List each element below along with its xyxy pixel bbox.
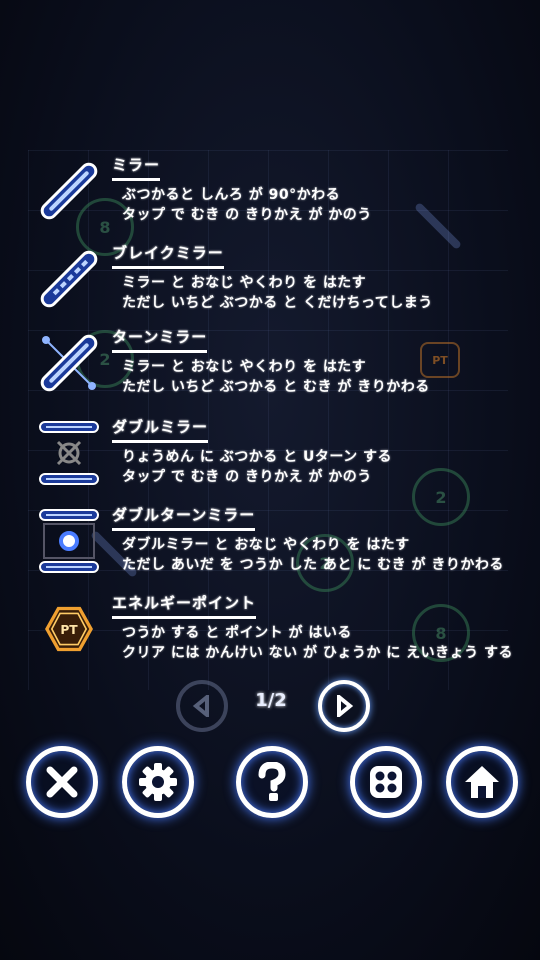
stage-select-icon <box>370 766 402 798</box>
entry-description-line: つうか する と ポイント が はいる <box>122 625 352 641</box>
page-indicator: 1/2 <box>255 690 287 711</box>
entry-title: ミラー <box>112 154 161 181</box>
background-hex-label: 2 <box>435 487 447 507</box>
pager: 1/2 <box>0 678 540 732</box>
entry-title: ダブルターンミラー <box>112 504 256 531</box>
entry-description-line: タップ で むき の きりかえ が かのう <box>122 469 372 485</box>
gear-icon <box>139 763 177 801</box>
background-pt-tile: PT <box>420 342 460 378</box>
entry-title: ブレイクミラー <box>112 242 224 269</box>
double-mirror-icon <box>39 421 99 485</box>
help-icon <box>258 762 286 801</box>
entry-description-line: りょうめん に ぶつかる と Uターン する <box>122 449 393 465</box>
entry-title: エネルギーポイント <box>112 592 257 619</box>
turn-mirror-icon <box>40 334 98 392</box>
background-hex-label: 8 <box>435 623 447 643</box>
entry-title: ターンミラー <box>112 326 208 353</box>
energy-point-icon: PT <box>45 606 93 652</box>
next-page-button[interactable] <box>318 680 370 732</box>
prev-page-button[interactable] <box>176 680 228 732</box>
break-mirror-icon <box>40 250 98 308</box>
stage-select-button[interactable] <box>350 746 422 818</box>
home-button[interactable] <box>446 746 518 818</box>
entry-description-line: タップ で むき の きりかえ が かのう <box>122 207 372 223</box>
close-icon <box>46 766 78 798</box>
background-hex-tile: 2 <box>412 468 470 526</box>
entry-title: ダブルミラー <box>112 416 209 443</box>
entry-description-line: ぶつかると しんろ が 90°かわる <box>122 187 341 203</box>
entry-description-line: ミラー と おなじ やくわり を はたす <box>122 359 367 375</box>
close-button[interactable] <box>26 746 98 818</box>
settings-button[interactable] <box>122 746 194 818</box>
background-pt-label: PT <box>432 353 448 367</box>
bottom-toolbar <box>0 746 540 826</box>
entry-description-line: クリア には かんけい ない が ひょうか に えいきょう する <box>122 645 513 661</box>
entry-description-line: ただし いちど ぶつかる と くだけちってしまう <box>122 295 433 311</box>
home-icon <box>465 766 499 798</box>
double-turn-mirror-icon <box>39 509 99 573</box>
entry-description-line: ダブルミラー と おなじ やくわり を はたす <box>122 537 410 553</box>
help-button[interactable] <box>236 746 308 818</box>
energy-point-badge-text: PT <box>60 623 78 637</box>
entry-description-line: ただし あいだ を つうか した あと に むき が きりかわる <box>122 557 504 573</box>
entry-description-line: ただし いちど ぶつかる と むき が きりかわる <box>122 379 430 395</box>
mirror-icon <box>40 162 98 220</box>
entry-description-line: ミラー と おなじ やくわり を はたす <box>122 275 367 291</box>
chevron-right-icon <box>337 695 354 717</box>
chevron-left-icon <box>192 695 209 717</box>
